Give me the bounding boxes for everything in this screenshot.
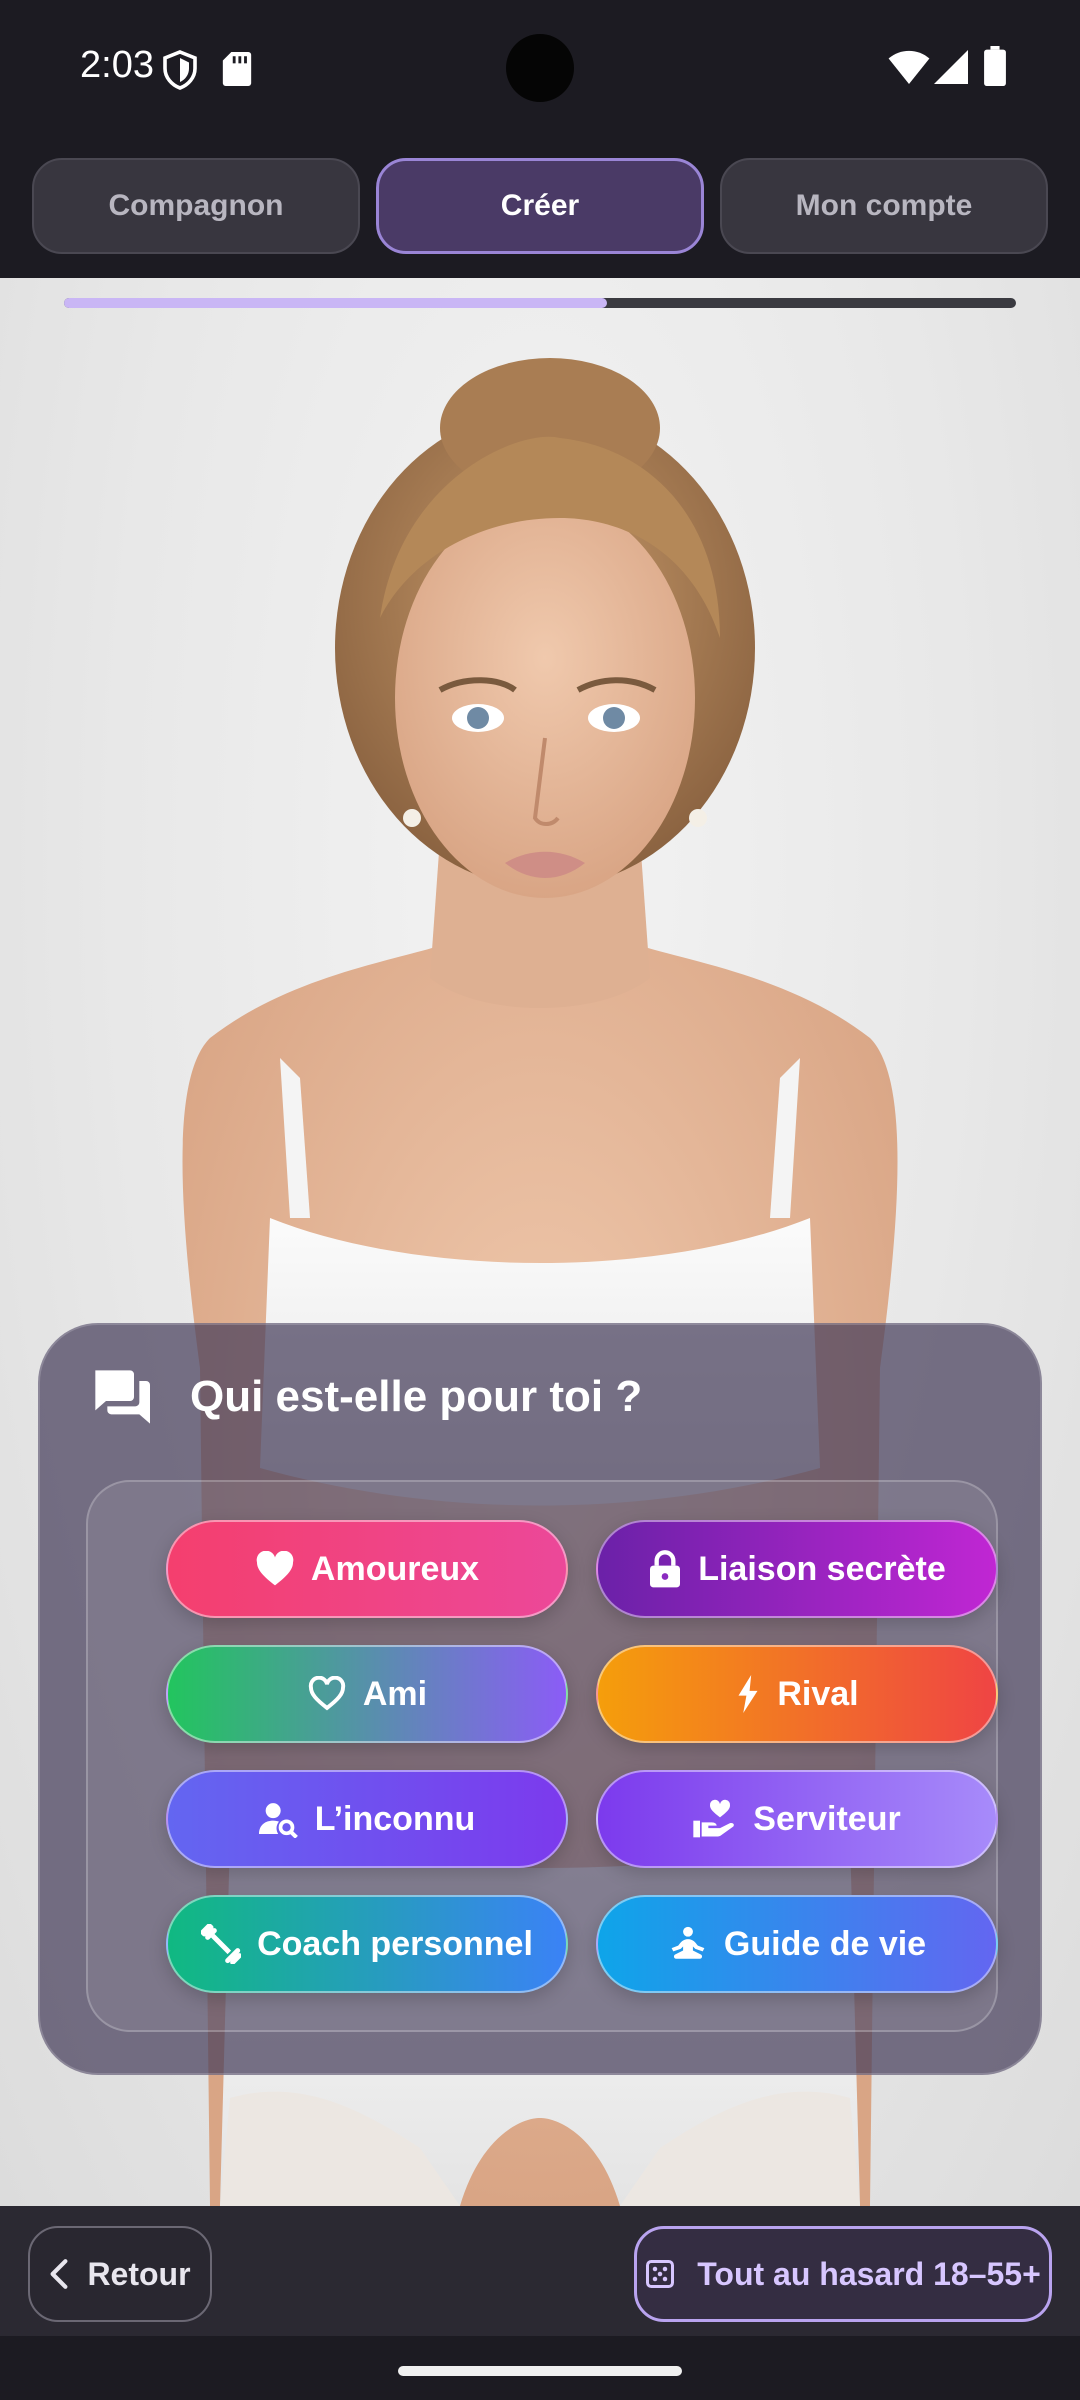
front-camera: [506, 34, 574, 102]
wifi-icon: [888, 50, 930, 84]
relationship-card: Qui est-elle pour toi ? Amoureux Liaison…: [38, 1323, 1042, 2075]
chevron-left-icon: [50, 2259, 68, 2289]
creation-content: Qui est-elle pour toi ? Amoureux Liaison…: [0, 278, 1080, 2206]
back-button[interactable]: Retour: [28, 2226, 212, 2322]
role-label: Ami: [362, 1674, 428, 1713]
randomize-button-label: Tout au hasard 18–55+: [697, 2255, 1041, 2292]
role-rival-button[interactable]: Rival: [596, 1645, 998, 1743]
role-label: Amoureux: [310, 1549, 480, 1588]
dice-icon: [646, 2260, 675, 2288]
role-options-grid: Amoureux Liaison secrète Ami Rival L’inc…: [86, 1480, 998, 2032]
role-liaison-secrete-button[interactable]: Liaison secrète: [596, 1520, 998, 1618]
role-amoureux-button[interactable]: Amoureux: [166, 1520, 568, 1618]
sd-card-icon: [222, 52, 252, 86]
lightning-icon: [738, 1675, 758, 1713]
meditation-icon: [671, 1926, 705, 1959]
heart-outline-icon: [308, 1676, 346, 1711]
creation-progress-bar: [64, 298, 1016, 308]
role-guide-de-vie-button[interactable]: Guide de vie: [596, 1895, 998, 1993]
role-label: L’inconnu: [314, 1799, 476, 1838]
bottom-action-bar: Retour Tout au hasard 18–55+: [0, 2206, 1080, 2336]
chat-bubbles-icon: [95, 1370, 150, 1424]
home-indicator[interactable]: [398, 2366, 682, 2376]
tab-creer[interactable]: Créer: [376, 158, 704, 254]
role-inconnu-button[interactable]: L’inconnu: [166, 1770, 568, 1868]
heart-icon: [256, 1551, 294, 1586]
progress-fill: [64, 298, 607, 308]
role-label: Liaison secrète: [698, 1549, 946, 1588]
system-nav-bar: [0, 2336, 1080, 2400]
signal-icon: [934, 50, 968, 84]
randomize-button[interactable]: Tout au hasard 18–55+: [634, 2226, 1052, 2322]
hand-heart-icon: [693, 1799, 735, 1838]
person-search-icon: [258, 1803, 298, 1838]
card-title: Qui est-elle pour toi ?: [190, 1372, 643, 1421]
back-button-label: Retour: [87, 2255, 191, 2292]
dumbbell-icon: [201, 1924, 242, 1964]
tab-compagnon[interactable]: Compagnon: [32, 158, 360, 254]
role-serviteur-button[interactable]: Serviteur: [596, 1770, 998, 1868]
role-label: Rival: [777, 1674, 859, 1713]
role-label: Serviteur: [753, 1799, 901, 1838]
shield-icon: [163, 50, 197, 90]
top-tab-bar: Compagnon Créer Mon compte: [0, 140, 1080, 278]
lock-icon: [650, 1550, 681, 1588]
battery-icon: [984, 46, 1006, 86]
role-label: Coach personnel: [257, 1924, 533, 1963]
card-header: Qui est-elle pour toi ?: [90, 1367, 642, 1427]
role-ami-button[interactable]: Ami: [166, 1645, 568, 1743]
role-label: Guide de vie: [723, 1924, 927, 1963]
role-coach-personnel-button[interactable]: Coach personnel: [166, 1895, 568, 1993]
status-time: 2:03: [80, 44, 154, 86]
status-bar: 2:03: [0, 0, 1080, 140]
tab-mon-compte[interactable]: Mon compte: [720, 158, 1048, 254]
